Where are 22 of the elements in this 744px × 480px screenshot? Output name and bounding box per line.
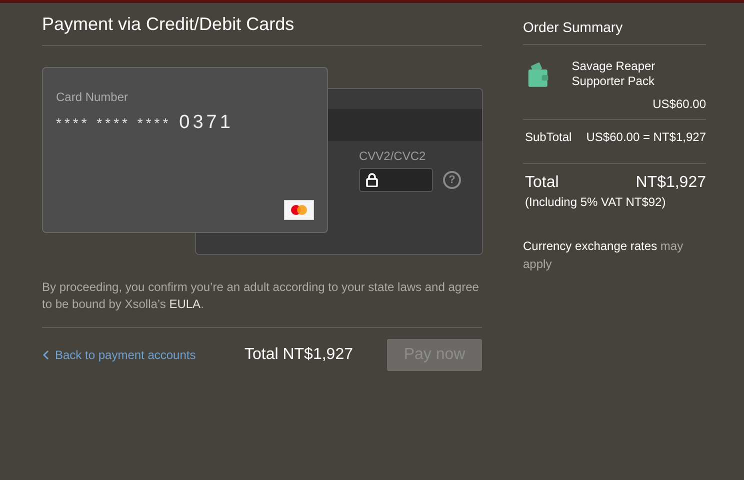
chevron-left-icon: [42, 350, 49, 360]
cvv-input-field[interactable]: [359, 168, 433, 192]
cvv-label: CVV2/CVC2: [359, 149, 427, 163]
total-value: NT$1,927: [636, 174, 706, 192]
exchange-rate-note: Currency exchange rates may apply: [523, 238, 684, 273]
card-last-digits: 0371: [179, 112, 234, 134]
subtotal-value: US$60.00 = NT$1,927: [586, 130, 706, 144]
subtotal-label: SubTotal: [525, 130, 572, 144]
card-brand-icon: [284, 200, 314, 220]
item-price: US$60.00: [652, 97, 706, 111]
vat-note: (Including 5% VAT NT$92): [524, 195, 667, 209]
item-name: Savage Reaper Supporter Pack: [572, 59, 656, 90]
help-icon[interactable]: ?: [443, 171, 461, 189]
total-label: Total: [525, 174, 559, 192]
back-link[interactable]: Back to payment accounts: [42, 348, 196, 362]
masked-digits: **** **** ****: [56, 115, 172, 131]
summary-title: Order Summary: [523, 19, 624, 37]
consent-text: By proceeding, you confirm you’re an adult according to your state laws and agree to be bound by Xsolla’s EULA.: [42, 279, 480, 313]
card-number-label: Card Number: [56, 90, 130, 104]
total-amount: Total NT$1,927: [244, 346, 353, 364]
page-title: Payment via Credit/Debit Cards: [42, 14, 296, 36]
lock-icon: [366, 173, 378, 187]
